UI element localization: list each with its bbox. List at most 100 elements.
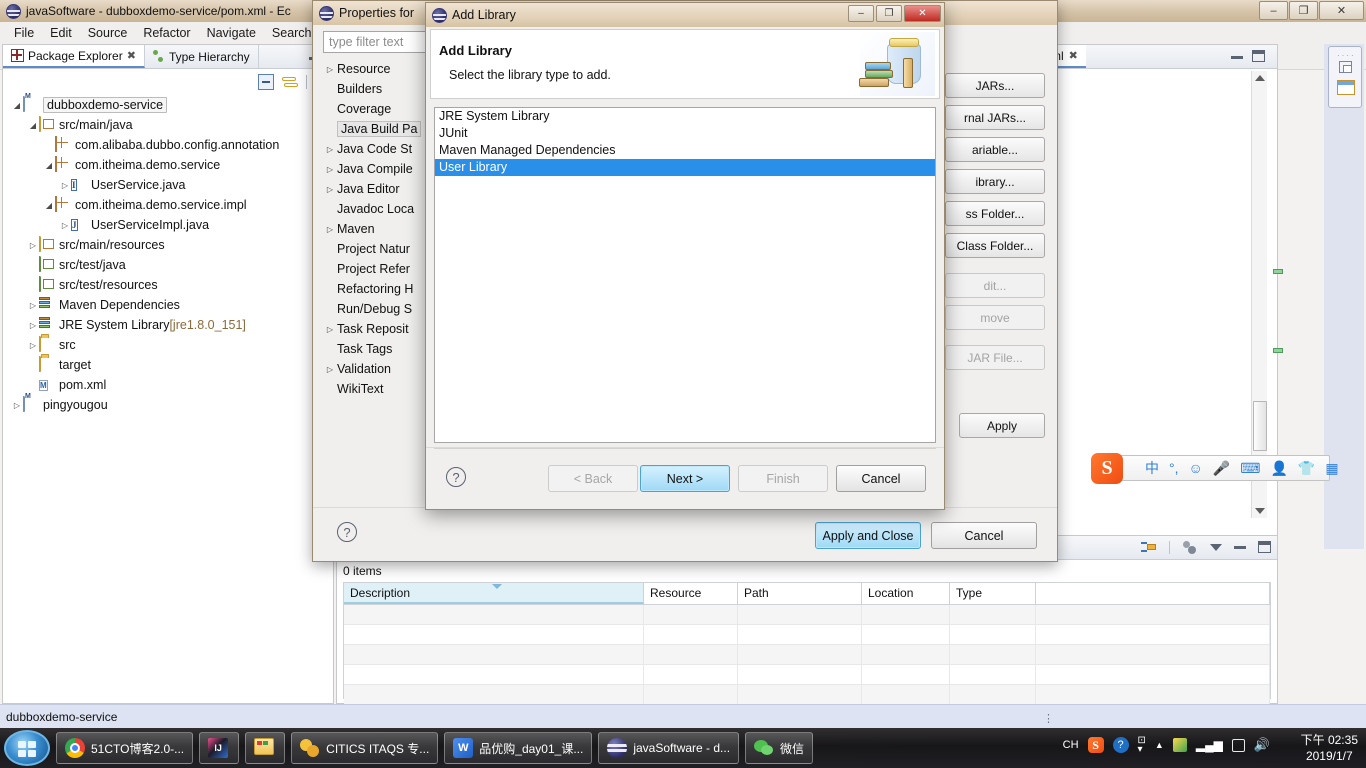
ime-skin-icon[interactable]: 👕 [1298,460,1315,477]
table-row[interactable] [344,685,1270,705]
expander-arrow-icon[interactable]: ▷ [27,301,39,310]
minimize-icon[interactable] [1234,545,1246,549]
scroll-up-arrow-icon[interactable] [1255,75,1265,81]
taskbar-item-0[interactable]: 51CTO博客2.0-... [56,732,194,764]
menu-source[interactable]: Source [80,24,136,42]
taskbar-item-5[interactable]: javaSoftware - d... [598,732,740,764]
tab-package-explorer[interactable]: Package Explorer ✖ [3,45,145,68]
ime-punctuation-icon[interactable]: °, [1169,460,1179,476]
input-language-indicator[interactable]: CH [1063,739,1079,751]
taskbar-item-2[interactable] [245,732,286,764]
expander-arrow-icon[interactable]: ▷ [323,145,337,154]
tree-item-pingyougou[interactable]: ▷ pingyougou [3,395,333,415]
table-row[interactable] [344,605,1270,625]
tree-item-src-main-java[interactable]: ◢ src/main/java [3,115,333,135]
scrollbar-thumb[interactable] [1253,401,1267,451]
tab-type-hierarchy[interactable]: Type Hierarchy [145,45,259,68]
maximize-icon[interactable] [1258,541,1271,553]
clock[interactable]: 下午 02:35 2019/1/7 [1301,732,1358,764]
taskbar-item-1[interactable]: IJ [199,732,240,764]
ime-keyboard-icon[interactable]: ⌨ [1240,460,1260,477]
cancel-button[interactable]: Cancel [931,522,1037,549]
maximize-button[interactable]: ❐ [1289,1,1318,20]
sogou-logo-icon[interactable]: S [1091,453,1123,484]
security-shield-icon[interactable] [1172,738,1187,752]
apply-button[interactable]: Apply [959,413,1045,438]
column-header-path[interactable]: Path [738,583,862,604]
link-with-editor-icon[interactable] [282,74,298,90]
ime-account-icon[interactable]: 👤 [1270,460,1287,477]
close-icon[interactable]: ✖ [1069,49,1078,62]
tree-item-userserviceimpl-java[interactable]: ▷ J UserServiceImpl.java [3,215,333,235]
tree-item-com-itheima-demo-service[interactable]: ◢ com.itheima.demo.service [3,155,333,175]
expander-arrow-icon[interactable]: ▷ [27,241,39,250]
back-button[interactable]: < Back [548,465,638,492]
column-header-type[interactable]: Type [950,583,1036,604]
table-row[interactable] [344,645,1270,665]
add-external-class-folder-button[interactable]: Class Folder... [945,233,1045,258]
library-type-list[interactable]: JRE System Library JUnit Maven Managed Dep… [434,107,936,443]
library-type-item-junit[interactable]: JUnit [435,125,935,142]
expander-arrow-icon[interactable]: ▷ [323,165,337,174]
expander-arrow-icon[interactable]: ▷ [323,65,337,74]
menu-refactor[interactable]: Refactor [135,24,198,42]
project-tree[interactable]: ◢ dubboxdemo-service ◢ src/main/java com.ali… [3,93,333,703]
editor-maximize-icon[interactable] [1252,50,1265,62]
open-perspective-icon[interactable] [1339,61,1352,73]
expander-arrow-icon[interactable]: ▷ [323,365,337,374]
close-button[interactable]: ✕ [1319,1,1364,20]
expander-arrow-icon[interactable]: ▷ [27,321,39,330]
table-row[interactable] [344,625,1270,645]
add-jars-button[interactable]: JARs... [945,73,1045,98]
tree-item-src-test-java[interactable]: src/test/java [3,255,333,275]
help-icon[interactable]: ? [337,522,357,542]
expander-arrow-icon[interactable]: ▷ [323,225,337,234]
menu-edit[interactable]: Edit [42,24,80,42]
ime-emoji-icon[interactable]: ☺ [1189,460,1203,476]
tree-item-com-alibaba-dubbo-config-annotation[interactable]: com.alibaba.dubbo.config.annotation [3,135,333,155]
add-library-button[interactable]: ibrary... [945,169,1045,194]
add-variable-button[interactable]: ariable... [945,137,1045,162]
volume-icon[interactable]: 🔊 [1254,737,1270,753]
expander-arrow-icon[interactable]: ▷ [323,325,337,334]
tree-item-maven-dependencies[interactable]: ▷ Maven Dependencies [3,295,333,315]
scroll-down-arrow-icon[interactable] [1255,508,1265,514]
library-type-item-maven-managed-dependencies[interactable]: Maven Managed Dependencies [435,142,935,159]
library-type-item-user-library[interactable]: User Library [435,159,935,176]
help-icon[interactable]: ? [446,467,466,487]
menu-file[interactable]: File [6,24,42,42]
taskbar-item-3[interactable]: CITICS ITAQS 专... [291,732,439,764]
tree-item-jre-system-library[interactable]: ▷ JRE System Library [jre1.8.0_151] [3,315,333,335]
editor-vertical-scrollbar[interactable] [1251,71,1267,518]
show-hidden-icons-icon[interactable]: ⊡ ▾ [1138,736,1146,755]
tree-item-src-test-resources[interactable]: src/test/resources [3,275,333,295]
java-perspective-icon[interactable] [1337,80,1355,95]
battery-icon[interactable] [1231,738,1245,752]
up-arrow-icon[interactable]: ▲ [1155,740,1164,750]
close-icon[interactable]: ✖ [127,49,136,62]
close-button[interactable]: ✕ [904,5,941,22]
view-menu-icon[interactable] [1182,540,1198,554]
tree-item-src[interactable]: ▷ src [3,335,333,355]
expander-arrow-icon[interactable]: ▷ [59,181,71,190]
tree-item-dubboxdemo-service[interactable]: ◢ dubboxdemo-service [3,95,333,115]
expander-arrow-icon[interactable]: ▷ [27,341,39,350]
add-external-jars-button[interactable]: rnal JARs... [945,105,1045,130]
expander-arrow-icon[interactable]: ▷ [59,221,71,230]
taskbar-item-4[interactable]: W 品优购_day01_课... [444,732,593,764]
expander-arrow-icon[interactable]: ▷ [11,401,23,410]
expander-arrow-icon[interactable]: ◢ [11,101,23,110]
apply-and-close-button[interactable]: Apply and Close [815,522,921,549]
network-signal-icon[interactable]: ▂▄▆ [1196,738,1223,752]
taskbar-item-6[interactable]: 微信 [745,732,814,764]
table-row[interactable] [344,665,1270,685]
tree-item-userservice-java[interactable]: ▷ I UserService.java [3,175,333,195]
column-header-resource[interactable]: Resource [644,583,738,604]
sogou-icon[interactable]: S [1087,737,1104,753]
ime-toolbox-icon[interactable]: ▦ [1325,460,1338,477]
expander-arrow-icon[interactable]: ◢ [27,121,39,130]
maximize-button[interactable]: ❐ [876,5,902,22]
collapse-all-icon[interactable] [258,74,274,90]
sogou-ime-bar[interactable]: S 中 °, ☺ 🎤 ⌨ 👤 👕 ▦ [1091,453,1339,484]
finish-button[interactable]: Finish [738,465,828,492]
